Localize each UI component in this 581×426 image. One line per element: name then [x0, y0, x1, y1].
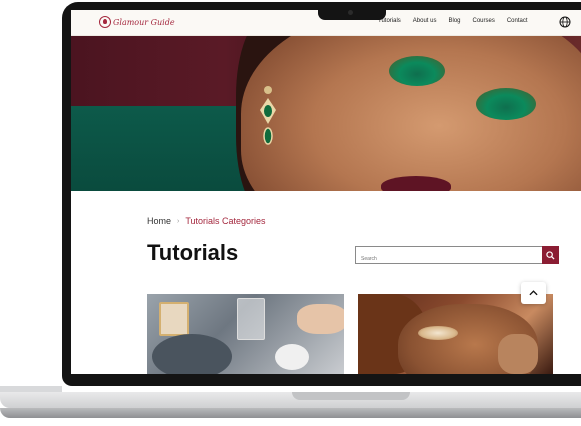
laptop-base-groove [292, 392, 410, 400]
nav-link-courses[interactable]: Courses [473, 18, 495, 24]
search-icon [546, 250, 555, 260]
card-image-glass [237, 298, 265, 340]
laptop-mockup: Glamour Guide Tutorials About us Blog Co… [0, 0, 581, 426]
nav-link-blog[interactable]: Blog [448, 18, 460, 24]
camera-dot [348, 10, 353, 15]
card-image-jar [159, 302, 189, 336]
globe-icon[interactable] [559, 16, 571, 28]
tutorial-card-glitter[interactable] [358, 294, 553, 374]
hero-eye-makeup-left [389, 56, 445, 86]
page-title: Tutorials [147, 240, 239, 265]
website-screen: Glamour Guide Tutorials About us Blog Co… [71, 10, 581, 374]
laptop-base [0, 392, 581, 408]
card-image-hand [297, 304, 344, 334]
card-image-tray [152, 334, 232, 374]
site-logo[interactable]: Glamour Guide [99, 16, 175, 28]
tutorial-card-brushes[interactable] [147, 294, 344, 374]
logo-icon [99, 16, 111, 28]
nav-link-about[interactable]: About us [413, 18, 437, 24]
hero-lips [381, 176, 451, 191]
breadcrumb-home[interactable]: Home [147, 216, 171, 226]
search-input[interactable] [356, 252, 541, 266]
earring-graphic [260, 86, 276, 145]
card-image-eyeshadow [418, 326, 458, 340]
hero-image [71, 36, 581, 191]
card-image-hand [498, 334, 538, 374]
search-field[interactable] [355, 246, 545, 266]
camera-notch [318, 6, 386, 20]
breadcrumb: Home › Tutorials Categories [147, 216, 266, 226]
breadcrumb-current: Tutorials Categories [185, 216, 266, 226]
nav-links: Tutorials About us Blog Courses Contact [378, 18, 528, 24]
nav-link-contact[interactable]: Contact [507, 18, 528, 24]
logo-text: Glamour Guide [113, 17, 175, 27]
hero-green-backdrop [71, 106, 246, 191]
breadcrumb-separator: › [177, 217, 180, 225]
laptop-base-lip [0, 408, 581, 418]
card-image-brush [275, 344, 309, 370]
scroll-to-top-button[interactable] [521, 282, 546, 304]
search-button[interactable] [542, 246, 559, 264]
chevron-up-icon [529, 290, 538, 296]
hero-eye-makeup-right [476, 88, 536, 120]
